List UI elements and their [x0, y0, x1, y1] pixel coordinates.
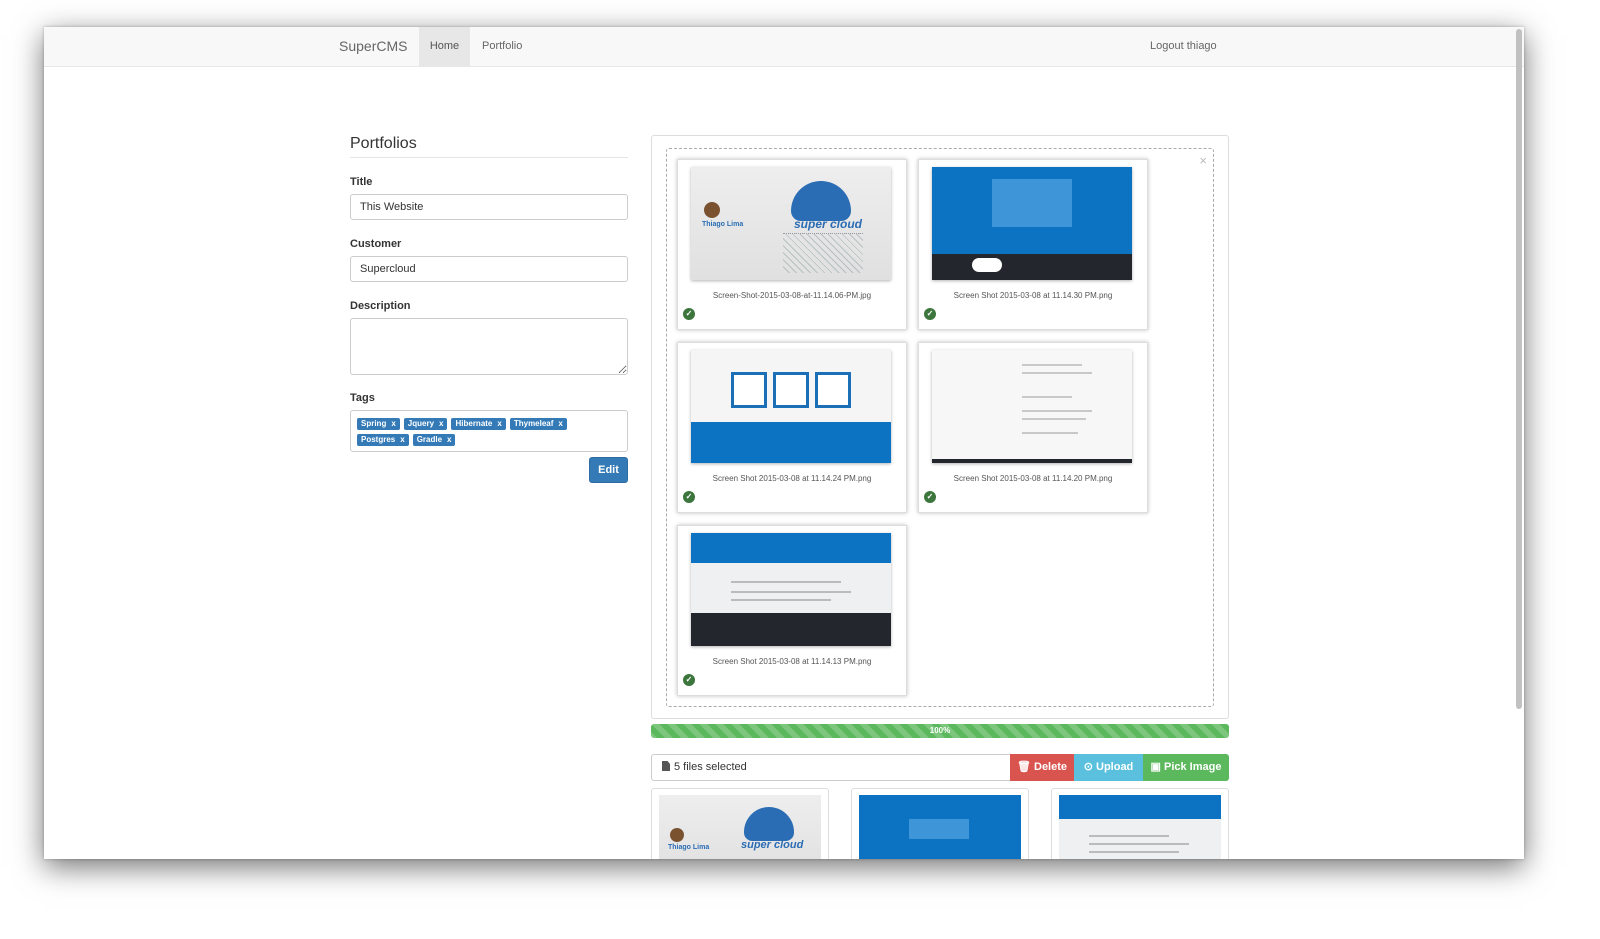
file-preview[interactable]: Screen Shot 2015-03-08 at 11.14.30 PM.pn… [918, 159, 1148, 330]
tag-chip: Postgres x [357, 434, 409, 446]
page-scrollbar[interactable] [1516, 29, 1522, 709]
thumbnail-name-text: Thiago Lima [668, 844, 710, 851]
upload-panel: × super cloud Thiago Lima Screen-Shot-20… [651, 135, 1229, 719]
nav-item-home[interactable]: Home [419, 27, 470, 66]
browser-window: SuperCMS Home Portfolio Logout thiago Po… [44, 27, 1524, 859]
tag-label: Spring [361, 419, 387, 428]
description-label: Description [350, 300, 411, 312]
close-icon[interactable]: × [1199, 154, 1207, 167]
image-icon: ▣ [1150, 761, 1164, 773]
tag-remove-icon[interactable]: x [558, 419, 562, 428]
tag-remove-icon[interactable]: x [439, 419, 443, 428]
description-textarea[interactable] [350, 318, 628, 375]
check-circle-icon: ✓ [683, 491, 695, 503]
file-name: Screen Shot 2015-03-08 at 11.14.30 PM.pn… [953, 291, 1113, 300]
file-preview[interactable]: Screen Shot 2015-03-08 at 11.14.20 PM.pn… [918, 342, 1148, 513]
navbar: SuperCMS Home Portfolio Logout thiago [44, 27, 1524, 67]
thumbnail-cloud-text: super cloud [794, 217, 863, 231]
upload-progress-bar: 100% [651, 724, 1229, 738]
progress-label: 100% [929, 726, 951, 735]
file-caption: 5 files selected [651, 754, 1011, 781]
tag-remove-icon[interactable]: x [400, 435, 404, 444]
check-circle-icon: ✓ [924, 308, 936, 320]
uploaded-image-card[interactable]: super cloud Thiago Lima [651, 788, 829, 859]
nav-item-portfolio[interactable]: Portfolio [482, 27, 522, 66]
thumbnail-name-text: Thiago Lima [702, 221, 744, 228]
image-thumbnail [859, 795, 1021, 859]
portfolio-form: Portfolios Title This Website Customer S… [350, 135, 628, 483]
avatar [704, 202, 720, 218]
file-name: Screen Shot 2015-03-08 at 11.14.13 PM.pn… [712, 657, 872, 666]
page-title: Portfolios [350, 135, 628, 158]
tag-label: Gradle [416, 435, 443, 444]
image-thumbnail [932, 350, 1132, 463]
check-circle-icon: ✓ [924, 491, 936, 503]
file-input-group: 5 files selected 🗑 Delete ⊙ Upload ▣ Pic… [651, 754, 1229, 781]
image-thumbnail: super cloud Thiago Lima [691, 167, 891, 280]
thumbnail-cloud-text: super cloud [741, 839, 804, 851]
trash-icon: 🗑 [1016, 761, 1034, 773]
edit-button[interactable]: Edit [589, 457, 628, 483]
image-thumbnail [691, 350, 891, 463]
tag-label: Postgres [361, 435, 396, 444]
delete-button[interactable]: 🗑 Delete [1010, 754, 1074, 781]
logout-link[interactable]: Logout thiago [1150, 27, 1217, 66]
tag-label: Jquery [407, 419, 435, 428]
tags-label: Tags [350, 392, 375, 404]
image-thumbnail [1059, 795, 1221, 859]
tag-chip: Gradle x [412, 434, 456, 446]
avatar [670, 828, 684, 842]
customer-label: Customer [350, 238, 402, 250]
upload-button[interactable]: ⊙ Upload [1074, 754, 1143, 781]
uploaded-image-card[interactable] [1051, 788, 1229, 859]
file-preview[interactable]: Screen Shot 2015-03-08 at 11.14.24 PM.pn… [677, 342, 907, 513]
file-name: Screen-Shot-2015-03-08-at-11.14.06-PM.jp… [712, 291, 872, 300]
image-dropzone[interactable]: × super cloud Thiago Lima Screen-Shot-20… [666, 148, 1214, 707]
tag-chip: Hibernate x [451, 418, 506, 430]
image-thumbnail: super cloud Thiago Lima [659, 795, 821, 859]
title-label: Title [350, 176, 373, 188]
tag-label: Thymeleaf [513, 419, 554, 428]
check-circle-icon: ✓ [683, 674, 695, 686]
tags-input[interactable]: Spring x Jquery x Hibernate x Thymeleaf x Postgr… [350, 410, 628, 452]
tag-remove-icon[interactable]: x [391, 419, 395, 428]
tag-chip: Spring x [357, 418, 400, 430]
check-circle-icon: ✓ [683, 308, 695, 320]
customer-input[interactable]: Supercloud [350, 256, 628, 282]
tag-remove-icon[interactable]: x [447, 435, 451, 444]
upload-icon: ⊙ [1083, 761, 1096, 773]
tag-remove-icon[interactable]: x [497, 419, 501, 428]
title-input[interactable]: This Website [350, 194, 628, 220]
tag-label: Hibernate [455, 419, 493, 428]
uploaded-image-card[interactable] [851, 788, 1029, 859]
file-name: Screen Shot 2015-03-08 at 11.14.20 PM.pn… [953, 474, 1113, 483]
tag-chip: Thymeleaf x [509, 418, 567, 430]
tag-chip: Jquery x [403, 418, 448, 430]
files-selected-text: 5 files selected [674, 761, 747, 773]
file-preview[interactable]: Screen Shot 2015-03-08 at 11.14.13 PM.pn… [677, 525, 907, 696]
pick-image-button[interactable]: ▣ Pick Image [1143, 754, 1229, 781]
file-icon [662, 761, 670, 771]
image-thumbnail [932, 167, 1132, 280]
brand-link[interactable]: SuperCMS [339, 38, 407, 54]
file-name: Screen Shot 2015-03-08 at 11.14.24 PM.pn… [712, 474, 872, 483]
file-preview[interactable]: super cloud Thiago Lima Screen-Shot-2015… [677, 159, 907, 330]
image-thumbnail [691, 533, 891, 646]
